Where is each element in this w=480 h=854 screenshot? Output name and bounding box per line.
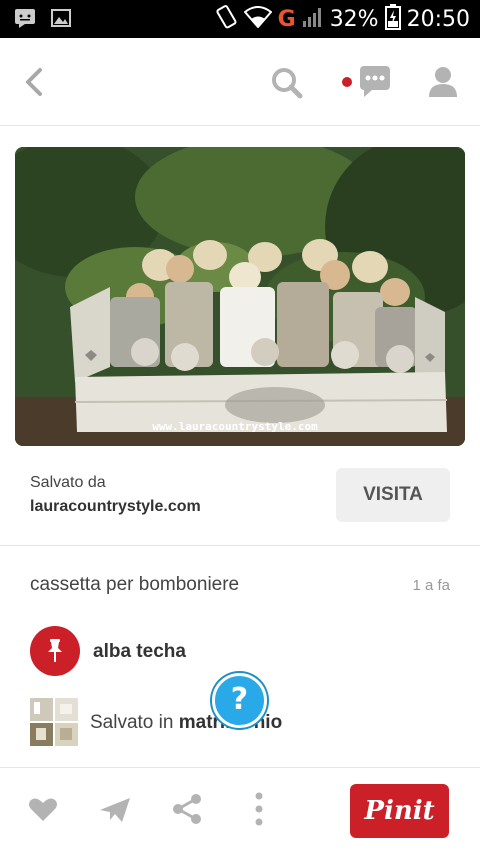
pin-it-button[interactable]: Pinit <box>350 784 449 838</box>
like-button[interactable] <box>26 792 60 826</box>
image-watermark: www.lauracountrystyle.com <box>152 420 318 433</box>
share-button[interactable] <box>170 792 204 826</box>
network-type: G <box>277 6 296 32</box>
divider <box>0 767 480 768</box>
more-icon <box>255 792 263 826</box>
divider <box>0 545 480 546</box>
gallery-notification-icon <box>50 8 72 28</box>
clock: 20:50 <box>406 6 470 32</box>
pin-icon <box>48 639 62 662</box>
pin-description: cassetta per bomboniere <box>30 574 240 595</box>
pin-source: Salvato da lauracountrystyle.com <box>30 474 201 516</box>
help-button[interactable]: ? <box>212 673 267 728</box>
pin-header <box>0 38 480 126</box>
battery-icon <box>384 4 401 34</box>
heart-icon <box>29 798 57 821</box>
back-icon <box>26 68 42 96</box>
message-notification-icon <box>14 8 36 28</box>
help-icon: ? <box>230 682 249 717</box>
board-thumbnail[interactable] <box>30 698 78 746</box>
send-icon <box>100 798 130 822</box>
signal-icon <box>302 6 324 32</box>
saved-from-label: Salvato da <box>30 474 106 491</box>
visit-button[interactable]: VISITA <box>336 468 450 522</box>
messages-icon <box>360 66 390 97</box>
search-icon <box>272 68 303 99</box>
saved-in-prefix: Salvato in <box>90 712 174 733</box>
messages-button[interactable] <box>338 62 394 102</box>
back-button[interactable] <box>20 62 50 102</box>
share-icon <box>173 794 201 824</box>
profile-button[interactable] <box>426 62 460 102</box>
more-button[interactable] <box>242 792 276 826</box>
status-bar: G 32% 20:50 <box>0 0 480 38</box>
search-button[interactable] <box>270 62 304 102</box>
pin-image[interactable]: www.lauracountrystyle.com <box>15 147 465 446</box>
pin-time: 1 a fa <box>412 577 450 594</box>
vibrate-icon <box>214 4 238 34</box>
user-avatar[interactable] <box>30 626 80 676</box>
source-site-link[interactable]: lauracountrystyle.com <box>30 498 201 516</box>
wifi-icon <box>243 6 273 32</box>
doll-group <box>110 239 417 373</box>
battery-percent: 32% <box>329 6 379 32</box>
notification-dot-icon <box>342 77 352 87</box>
user-name[interactable]: alba techa <box>93 641 186 663</box>
send-button[interactable] <box>98 792 132 826</box>
profile-icon <box>429 67 457 97</box>
